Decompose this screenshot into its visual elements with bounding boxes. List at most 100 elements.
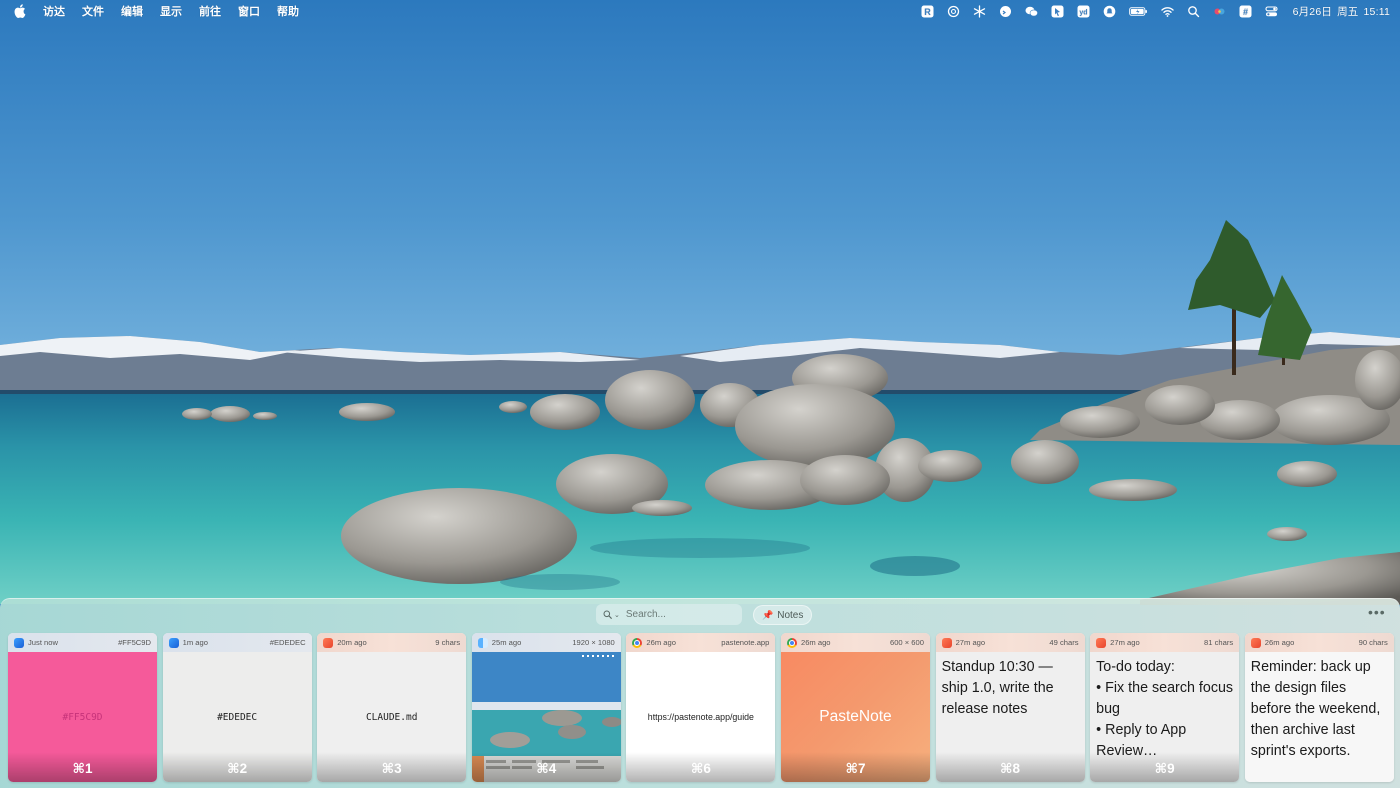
clip-card-text-todo[interactable]: 27m ago 81 chars To-do today: • Fix the … xyxy=(1090,633,1240,782)
wifi-icon[interactable] xyxy=(1161,4,1175,18)
clip-card-header: 20m ago 9 chars xyxy=(317,633,467,652)
arrow-app-icon[interactable] xyxy=(1051,4,1065,18)
clip-info: #EDEDEC xyxy=(269,638,306,647)
clip-time: 27m ago xyxy=(1110,638,1140,647)
clock-date: 6月26日 xyxy=(1292,5,1333,18)
hash-icon[interactable]: # xyxy=(1239,4,1253,18)
control-center-icon[interactable] xyxy=(1265,4,1279,18)
clip-time: Just now xyxy=(28,638,58,647)
clip-info: 49 chars xyxy=(1049,638,1079,647)
r-app-icon[interactable]: R xyxy=(921,4,935,18)
menu-finder[interactable]: 访达 xyxy=(43,3,65,19)
notes-filter-button[interactable]: 📌 Notes xyxy=(753,605,813,625)
apple-logo-icon[interactable] xyxy=(14,4,26,18)
todo-line: • Fix the search focus bug xyxy=(1096,680,1234,717)
clip-card-header: Just now #FF5C9D xyxy=(8,633,157,652)
notes-filter-label: Notes xyxy=(777,609,804,621)
shortcut-label: ⌘9 xyxy=(1090,752,1240,782)
search-input[interactable] xyxy=(625,609,726,620)
clip-content: PasteNote xyxy=(819,708,892,725)
search-box[interactable]: ⌄ xyxy=(596,604,742,625)
clip-card-image-pastenote[interactable]: 26m ago 600 × 600 PasteNote ⌘7 xyxy=(780,633,930,782)
clip-card-header: 27m ago 49 chars xyxy=(935,633,1085,652)
clipboard-panel: ⌄ 📌 Notes ••• Just now #FF5C9D #FF5C9D ⌘… xyxy=(0,598,1400,788)
shortcut-label: ⌘2 xyxy=(162,752,312,782)
chrome-app-icon xyxy=(786,637,797,648)
snowflake-icon[interactable] xyxy=(973,4,987,18)
menu-view[interactable]: 显示 xyxy=(160,3,182,19)
clip-card-header: 26m ago pastenote.app xyxy=(626,633,776,652)
clip-card-image-screenshot[interactable]: 25m ago 1920 × 1080 ⌘4 xyxy=(471,633,621,782)
menu-help[interactable]: 帮助 xyxy=(277,3,299,19)
menu-bar: 访达 文件 编辑 显示 前往 窗口 帮助 R yd # 6月26日 周五 15:… xyxy=(0,0,1400,22)
clip-card-link[interactable]: 26m ago pastenote.app https://pastenote.… xyxy=(626,633,776,782)
pin-icon: 📌 xyxy=(762,609,774,620)
todo-line: To-do today: xyxy=(1096,659,1175,675)
svg-text:R: R xyxy=(924,7,931,17)
shortcut-label: ⌘7 xyxy=(780,752,930,782)
clip-time: 20m ago xyxy=(337,638,367,647)
clip-card-header: 1m ago #EDEDEC xyxy=(162,633,312,652)
menu-file[interactable]: 文件 xyxy=(82,3,104,19)
clip-time: 26m ago xyxy=(1264,638,1295,647)
shortcut-label: ⌘3 xyxy=(317,752,467,782)
clip-content: Standup 10:30 — ship 1.0, write the rele… xyxy=(941,659,1054,717)
clip-content: https://pastenote.app/guide xyxy=(647,712,754,722)
bell-icon[interactable] xyxy=(1103,4,1117,18)
xcode-app-icon xyxy=(168,637,179,648)
menu-window[interactable]: 窗口 xyxy=(238,3,260,19)
clip-info: #FF5C9D xyxy=(118,638,151,647)
shortcut-label: ⌘8 xyxy=(935,752,1085,782)
clip-card-color-pink[interactable]: Just now #FF5C9D #FF5C9D ⌘1 xyxy=(8,633,157,782)
svg-text:#: # xyxy=(1243,7,1248,17)
menu-go[interactable]: 前往 xyxy=(199,3,221,19)
clip-content: #FF5C9D xyxy=(62,711,103,723)
menu-clock[interactable]: 6月26日 周五 15:11 xyxy=(1293,4,1390,19)
clipboard-card-list: Just now #FF5C9D #FF5C9D ⌘1 1m ago #EDED… xyxy=(8,633,1399,782)
clip-card-header: 27m ago 81 chars xyxy=(1090,633,1240,652)
panel-toolbar: ⌄ 📌 Notes ••• xyxy=(0,603,1400,627)
clock-weekday: 周五 xyxy=(1337,5,1359,18)
chrome-app-icon xyxy=(632,637,643,648)
clip-time: 26m ago xyxy=(646,638,676,647)
battery-icon[interactable] xyxy=(1129,4,1149,18)
clip-info: 90 chars xyxy=(1358,638,1388,647)
clip-time: 26m ago xyxy=(800,638,831,647)
clock-time: 15:11 xyxy=(1363,5,1390,18)
app-source-icon xyxy=(941,637,952,648)
clip-card-color-gray[interactable]: 1m ago #EDEDEC #EDEDEC ⌘2 xyxy=(162,633,312,782)
clip-info: pastenote.app xyxy=(721,638,770,647)
app-source-icon xyxy=(1096,637,1107,648)
chevron-down-icon[interactable]: ⌄ xyxy=(614,611,620,619)
clip-info: 1920 × 1080 xyxy=(572,638,615,647)
app-source-icon xyxy=(323,637,334,648)
clip-info: 600 × 600 xyxy=(889,638,924,647)
clip-card-header: 26m ago 600 × 600 xyxy=(780,633,930,652)
clip-card-header: 25m ago 1920 × 1080 xyxy=(471,633,621,652)
clip-card-text-standup[interactable]: 27m ago 49 chars Standup 10:30 — ship 1.… xyxy=(935,633,1085,782)
menu-edit[interactable]: 编辑 xyxy=(121,3,143,19)
clip-content: #EDEDEC xyxy=(217,711,258,723)
clip-time: 27m ago xyxy=(955,638,986,647)
yd-app-icon[interactable]: yd xyxy=(1077,4,1091,18)
clip-info: 9 chars xyxy=(435,638,461,647)
shortcut-label: ⌘1 xyxy=(8,752,157,782)
shortcut-label: ⌘4 xyxy=(471,752,621,782)
finder-app-icon xyxy=(477,637,488,648)
shortcut-label: ⌘6 xyxy=(626,752,776,782)
clip-card-text-reminder[interactable]: 26m ago 90 chars Reminder: back up the d… xyxy=(1244,633,1394,782)
clip-card-text-claude[interactable]: 20m ago 9 chars CLAUDE.md ⌘3 xyxy=(317,633,467,782)
chat-bubble-icon[interactable] xyxy=(999,4,1013,18)
search-icon[interactable] xyxy=(1187,4,1201,18)
clip-info: 81 chars xyxy=(1204,638,1234,647)
clip-content: CLAUDE.md xyxy=(365,711,418,723)
wechat-icon[interactable] xyxy=(1025,4,1039,18)
more-options-button[interactable]: ••• xyxy=(1368,605,1386,619)
clip-content: Reminder: back up the design files befor… xyxy=(1250,659,1381,759)
clip-time: 25m ago xyxy=(491,638,522,647)
clip-content: To-do today: • Fix the search focus bug … xyxy=(1096,657,1233,762)
openai-icon[interactable] xyxy=(947,4,961,18)
colorful-dots-icon[interactable] xyxy=(1213,4,1227,18)
app-source-icon xyxy=(1250,637,1261,648)
clip-time: 1m ago xyxy=(182,638,208,647)
